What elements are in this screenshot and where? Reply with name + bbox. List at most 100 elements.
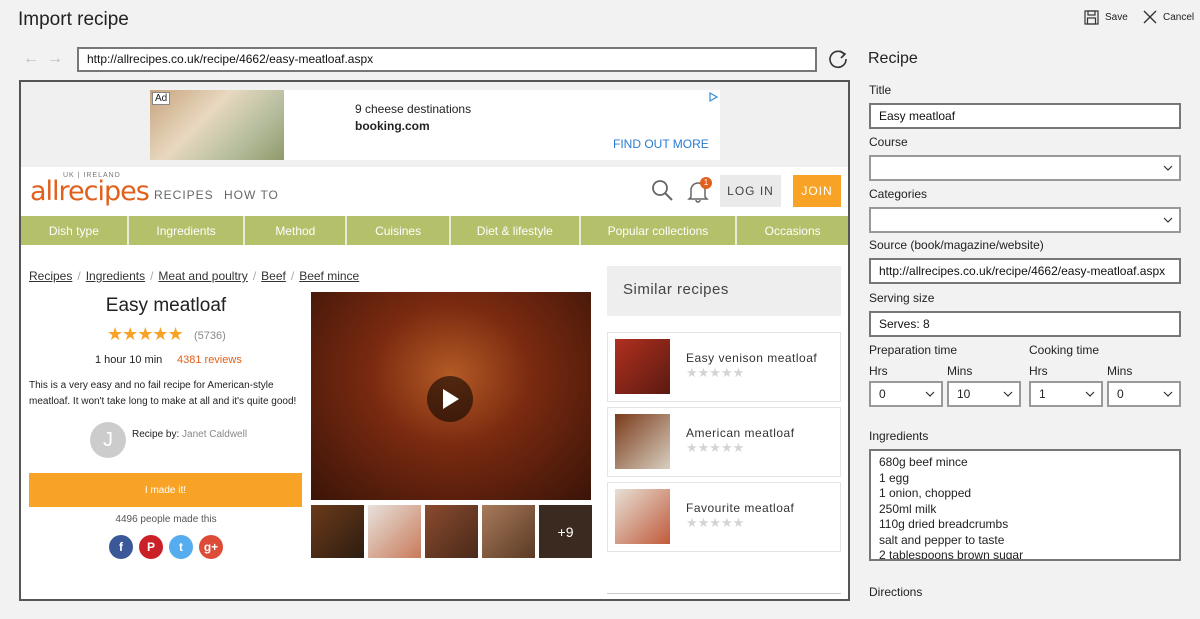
similar-recipe-card[interactable]: Easy venison meatloaf ★★★★★ xyxy=(607,332,841,402)
google-plus-icon[interactable]: g+ xyxy=(199,535,223,559)
join-button[interactable]: JOIN xyxy=(793,175,841,207)
similar-recipe-title: Easy venison meatloaf xyxy=(686,351,818,365)
twitter-icon[interactable]: t xyxy=(169,535,193,559)
cat-occasions[interactable]: Occasions xyxy=(737,216,848,245)
prep-time-label: Preparation time xyxy=(869,343,958,357)
similar-recipe-card[interactable]: Favourite meatloaf ★★★★★ xyxy=(607,482,841,552)
ad-advertiser: booking.com xyxy=(355,119,430,133)
ingredient-line: 680g beef mince xyxy=(879,455,968,469)
cook-mins-value: 0 xyxy=(1117,387,1124,401)
similar-recipe-title: American meatloaf xyxy=(686,426,795,440)
nav-recipes[interactable]: RECIPES xyxy=(154,188,214,202)
forward-arrow-icon[interactable]: → xyxy=(47,50,63,68)
chevron-down-icon xyxy=(1003,391,1013,397)
cook-hrs-select[interactable]: 1 xyxy=(1029,381,1103,407)
recipe-description: This is a very easy and no fail recipe f… xyxy=(29,380,297,407)
chevron-down-icon xyxy=(1085,391,1095,397)
login-button[interactable]: LOG IN xyxy=(720,175,781,207)
import-recipe-window: Import recipe Save Cancel ← → http://all… xyxy=(0,0,1200,619)
facebook-icon[interactable]: f xyxy=(109,535,133,559)
save-icon xyxy=(1084,10,1099,25)
photo-thumb[interactable] xyxy=(368,505,421,558)
prep-mins-value: 10 xyxy=(957,387,971,401)
search-icon[interactable] xyxy=(650,178,674,202)
breadcrumb-ingredients[interactable]: Ingredients xyxy=(86,269,145,283)
window-title: Import recipe xyxy=(18,9,129,30)
cook-mins-label: Mins xyxy=(1107,364,1133,378)
similar-recipe-image xyxy=(615,489,670,544)
author-link[interactable]: Janet Caldwell xyxy=(182,429,247,440)
prep-hrs-label: Hrs xyxy=(869,364,888,378)
similar-recipes-heading: Similar recipes xyxy=(607,266,841,316)
photo-thumb[interactable] xyxy=(311,505,364,558)
cook-time: 1 hour 10 min xyxy=(95,354,163,366)
site-header: UK | IRELAND allrecipes RECIPES HOW TO 1… xyxy=(21,168,848,216)
source-label: Source (book/magazine/website) xyxy=(869,238,1044,252)
cat-method[interactable]: Method xyxy=(245,216,346,245)
chevron-down-icon xyxy=(925,391,935,397)
title-label: Title xyxy=(869,83,892,97)
title-field[interactable]: Easy meatloaf xyxy=(869,103,1181,129)
similar-recipe-stars: ★★★★★ xyxy=(686,515,745,530)
ingredient-line: salt and pepper to taste xyxy=(879,532,1005,547)
similar-recipe-stars: ★★★★★ xyxy=(686,365,745,380)
made-count: 4496 people made this xyxy=(115,514,217,525)
cat-diet-lifestyle[interactable]: Diet & lifestyle xyxy=(450,216,579,245)
similar-recipe-image xyxy=(615,339,670,394)
cook-mins-select[interactable]: 0 xyxy=(1107,381,1181,407)
adchoices-icon[interactable] xyxy=(708,92,718,102)
cancel-button[interactable]: Cancel xyxy=(1143,10,1194,24)
photo-thumb[interactable] xyxy=(482,505,535,558)
chevron-down-icon xyxy=(1163,217,1173,223)
pinterest-icon[interactable]: P xyxy=(139,535,163,559)
cook-hrs-value: 1 xyxy=(1039,387,1046,401)
prep-mins-label: Mins xyxy=(947,364,973,378)
cat-popular-collections[interactable]: Popular collections xyxy=(580,216,736,245)
recipe-by-label: Recipe by: xyxy=(132,429,180,440)
lower-ad-slot xyxy=(607,593,841,599)
url-input[interactable]: http://allrecipes.co.uk/recipe/4662/easy… xyxy=(77,47,817,72)
reviews-link[interactable]: 4381 reviews xyxy=(177,354,242,366)
site-logo[interactable]: allrecipes xyxy=(30,176,150,207)
refresh-icon[interactable] xyxy=(827,48,849,70)
cancel-label: Cancel xyxy=(1163,11,1195,23)
categories-label: Categories xyxy=(869,187,928,201)
recipe-video[interactable] xyxy=(311,292,591,500)
ingredient-line: 2 tablespoons brown sugar xyxy=(879,548,1024,561)
course-select[interactable] xyxy=(869,155,1181,181)
similar-recipe-stars: ★★★★★ xyxy=(686,440,745,455)
cat-dish-type[interactable]: Dish type xyxy=(21,216,127,245)
ad-banner[interactable]: Ad 9 cheese destinations booking.com FIN… xyxy=(150,90,720,160)
ingredient-line: 110g dried breadcrumbs xyxy=(879,517,1009,531)
cat-ingredients[interactable]: Ingredients xyxy=(128,216,244,245)
categories-select[interactable] xyxy=(869,207,1181,233)
nav-how-to[interactable]: HOW TO xyxy=(224,188,279,202)
prep-hrs-value: 0 xyxy=(879,387,886,401)
close-icon xyxy=(1143,10,1157,24)
more-photos[interactable]: +9 xyxy=(539,505,592,558)
category-nav: Dish type Ingredients Method Cuisines Di… xyxy=(21,216,848,245)
play-icon[interactable] xyxy=(427,376,473,422)
source-field[interactable]: http://allrecipes.co.uk/recipe/4662/easy… xyxy=(869,258,1181,284)
web-view[interactable]: Ad 9 cheese destinations booking.com FIN… xyxy=(19,80,850,601)
back-arrow-icon[interactable]: ← xyxy=(23,50,39,68)
recipe-title: Easy meatloaf xyxy=(105,295,227,316)
prep-mins-select[interactable]: 10 xyxy=(947,381,1021,407)
photo-thumb[interactable] xyxy=(425,505,478,558)
social-share: f P t g+ xyxy=(109,535,223,559)
chevron-down-icon xyxy=(1163,165,1173,171)
save-button[interactable]: Save xyxy=(1084,10,1128,25)
breadcrumb-beef[interactable]: Beef xyxy=(261,269,286,283)
ad-cta-link[interactable]: FIND OUT MORE xyxy=(613,137,709,151)
breadcrumb-meat-poultry[interactable]: Meat and poultry xyxy=(158,269,247,283)
breadcrumb-recipes[interactable]: Recipes xyxy=(29,269,72,283)
ingredients-textarea[interactable]: 680g beef mince 1 egg 1 onion, chopped 2… xyxy=(869,449,1181,561)
cat-cuisines[interactable]: Cuisines xyxy=(347,216,449,245)
avatar: J xyxy=(90,422,126,458)
similar-recipe-card[interactable]: American meatloaf ★★★★★ xyxy=(607,407,841,477)
prep-hrs-select[interactable]: 0 xyxy=(869,381,943,407)
made-it-button[interactable]: I made it! xyxy=(29,473,302,507)
breadcrumb-beef-mince[interactable]: Beef mince xyxy=(299,269,359,283)
ad-banner-area: Ad 9 cheese destinations booking.com FIN… xyxy=(21,82,848,167)
serving-field[interactable]: Serves: 8 xyxy=(869,311,1181,337)
